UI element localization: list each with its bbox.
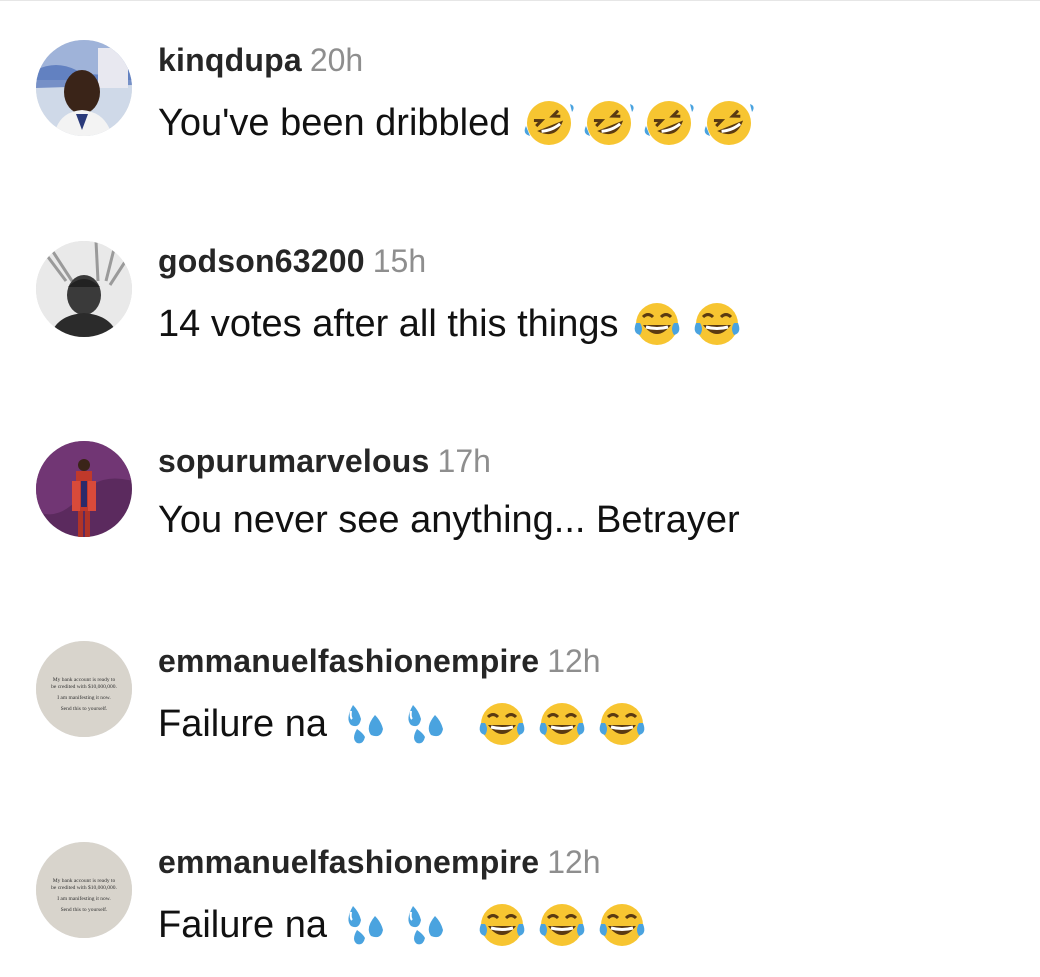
- avatar-text-line: I am manifesting it now.: [57, 895, 111, 902]
- emoji-group: [341, 699, 657, 749]
- top-divider: [0, 0, 1040, 1]
- comment-header: emmanuelfashionempire 12h: [158, 844, 601, 881]
- comment-item: My bank account is ready to be credited …: [0, 842, 1040, 962]
- comment-item: My bank account is ready to be credited …: [0, 641, 1040, 761]
- timestamp: 20h: [309, 42, 364, 78]
- avatar-text-line: My bank account is ready to: [53, 677, 116, 683]
- tears-of-joy-emoji: [692, 299, 742, 349]
- sweat-droplets-emoji: [401, 699, 451, 749]
- comment-item: kinqdupa 20h You've been dribbled: [0, 40, 1040, 160]
- username-link[interactable]: emmanuelfashionempire: [158, 643, 539, 679]
- tears-of-joy-emoji: [537, 900, 587, 950]
- avatar-text-line: I am manifesting it now.: [57, 694, 111, 701]
- comment-text: You've been dribbled: [158, 101, 511, 144]
- timestamp: 15h: [372, 243, 427, 279]
- sweat-droplets-emoji: [341, 699, 391, 749]
- emoji-group: [341, 900, 657, 950]
- rofl-emoji: [524, 98, 574, 148]
- comment-header: sopurumarvelous 17h: [158, 443, 491, 480]
- avatar[interactable]: [36, 441, 132, 537]
- tears-of-joy-emoji: [477, 699, 527, 749]
- avatar[interactable]: My bank account is ready to be credited …: [36, 842, 132, 938]
- avatar[interactable]: [36, 241, 132, 337]
- comment-text: Failure na: [158, 903, 327, 946]
- tears-of-joy-emoji: [537, 699, 587, 749]
- avatar[interactable]: [36, 40, 132, 136]
- comment-header: emmanuelfashionempire 12h: [158, 643, 601, 680]
- comment-header: godson63200 15h: [158, 243, 426, 280]
- timestamp: 12h: [547, 643, 601, 679]
- tears-of-joy-emoji: [597, 900, 647, 950]
- comment-body: You've been dribbled: [158, 98, 764, 148]
- avatar-text-line: be credited with $10,000,000.: [51, 884, 117, 891]
- rofl-emoji: [584, 98, 634, 148]
- sweat-droplets-emoji: [341, 900, 391, 950]
- comment-text: You never see anything... Betrayer: [158, 499, 740, 541]
- avatar-text-line: Send this to yourself.: [61, 705, 108, 712]
- comment-header: kinqdupa 20h: [158, 42, 363, 79]
- timestamp: 17h: [437, 443, 491, 479]
- comment-body: Failure na: [158, 900, 657, 950]
- tears-of-joy-emoji: [632, 299, 682, 349]
- tears-of-joy-emoji: [597, 699, 647, 749]
- username-link[interactable]: sopurumarvelous: [158, 443, 430, 479]
- username-link[interactable]: godson63200: [158, 243, 365, 279]
- comment-body: Failure na: [158, 699, 657, 749]
- username-link[interactable]: kinqdupa: [158, 42, 302, 78]
- username-link[interactable]: emmanuelfashionempire: [158, 844, 539, 880]
- avatar-text-line: Send this to yourself.: [61, 906, 108, 913]
- rofl-emoji: [704, 98, 754, 148]
- comment-text: 14 votes after all this things: [158, 302, 619, 345]
- sweat-droplets-emoji: [401, 900, 451, 950]
- avatar[interactable]: My bank account is ready to be credited …: [36, 641, 132, 737]
- rofl-emoji: [644, 98, 694, 148]
- comment-item: godson63200 15h 14 votes after all this t…: [0, 241, 1040, 361]
- emoji-group: [632, 299, 752, 349]
- emoji-group: [524, 98, 764, 148]
- tears-of-joy-emoji: [477, 900, 527, 950]
- avatar-text-line: be credited with $10,000,000.: [51, 683, 117, 690]
- comment-text: Failure na: [158, 702, 327, 745]
- comment-body: 14 votes after all this things: [158, 299, 752, 349]
- comment-body: You never see anything... Betrayer: [158, 499, 740, 542]
- timestamp: 12h: [547, 844, 601, 880]
- avatar-text-line: My bank account is ready to: [53, 878, 116, 884]
- comment-item: sopurumarvelous 17h You never see anythin…: [0, 441, 1040, 561]
